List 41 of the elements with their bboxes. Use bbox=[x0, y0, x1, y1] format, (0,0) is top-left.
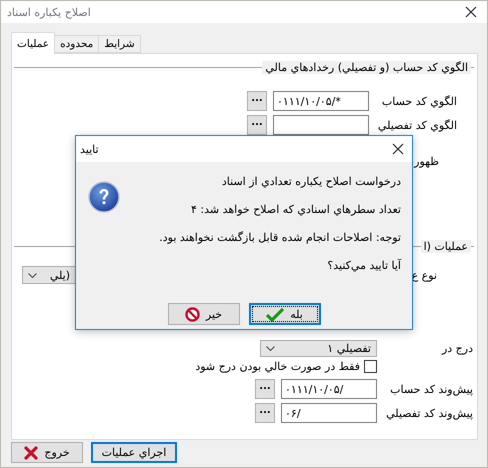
message-text: درخواست اصلاح يكباره تعدادي از اسناد bbox=[220, 175, 401, 189]
dropdown[interactable]: تفصيلي ۱ bbox=[260, 340, 377, 357]
checkbox[interactable] bbox=[364, 360, 377, 373]
tab[interactable]: عمليات bbox=[11, 32, 56, 54]
checkbox-label: فقط در صورت خالي بودن درج شود bbox=[195, 360, 360, 373]
message-text: آيا تاييد مي‌كنيد؟ bbox=[326, 259, 401, 273]
text-field[interactable] bbox=[273, 115, 369, 135]
dialog-title: تاييد bbox=[80, 142, 99, 156]
browse-button[interactable]: ... bbox=[247, 115, 267, 135]
browse-button[interactable]: ... bbox=[255, 403, 275, 423]
field-label: درج در bbox=[440, 342, 473, 355]
check-icon bbox=[266, 306, 284, 322]
field-label: ظهور bbox=[414, 154, 439, 168]
text-field[interactable]: ۰۱۱۱/۱۰/۰۵/ bbox=[281, 379, 377, 399]
window-title: اصلاح يكباره اسناد bbox=[7, 6, 91, 18]
field-label: پيش‌وند كد تفصيلي bbox=[385, 406, 473, 420]
exit-button[interactable]: خروج bbox=[11, 442, 83, 463]
browse-button[interactable]: ... bbox=[247, 91, 267, 111]
group-title: الگوي كد حساب (و تفصيلي) رخدادهاي مالي bbox=[262, 60, 471, 74]
tab[interactable]: محدوده bbox=[55, 35, 100, 53]
field-label: الگوي كد حساب bbox=[380, 94, 457, 108]
cross-icon bbox=[24, 446, 38, 460]
run-button[interactable]: اجراي عمليات bbox=[91, 442, 177, 463]
tab[interactable]: شرايط bbox=[99, 35, 141, 53]
chevron-icon bbox=[266, 346, 275, 351]
close-icon[interactable] bbox=[465, 6, 477, 18]
text-field[interactable]: ۰۶/ bbox=[281, 403, 377, 423]
browse-button[interactable]: ... bbox=[255, 379, 275, 399]
yes-button[interactable]: بله bbox=[248, 303, 320, 325]
text-field[interactable]: ۰۱۱۱/۱۰/۰۵/* bbox=[273, 91, 369, 111]
close-icon[interactable] bbox=[392, 143, 404, 155]
field-label: پيش‌وند كد حساب bbox=[389, 382, 473, 396]
no-button[interactable]: خير bbox=[168, 303, 240, 325]
group-title: عمليات (ا bbox=[420, 240, 471, 252]
message-text: تعداد سطرهاي اسنادي كه اصلاح خواهد شد: ۴ bbox=[190, 203, 401, 217]
field-label: الگوي كد تفصيلي bbox=[377, 118, 457, 132]
chevron-icon bbox=[28, 272, 37, 278]
dropdown[interactable]: (يلي bbox=[22, 266, 76, 284]
question-icon bbox=[88, 181, 120, 213]
prohibited-icon bbox=[184, 306, 200, 322]
message-text: توجه: اصلاحات انجام شده قابل بازگشت نخواهند بود. bbox=[159, 231, 401, 245]
